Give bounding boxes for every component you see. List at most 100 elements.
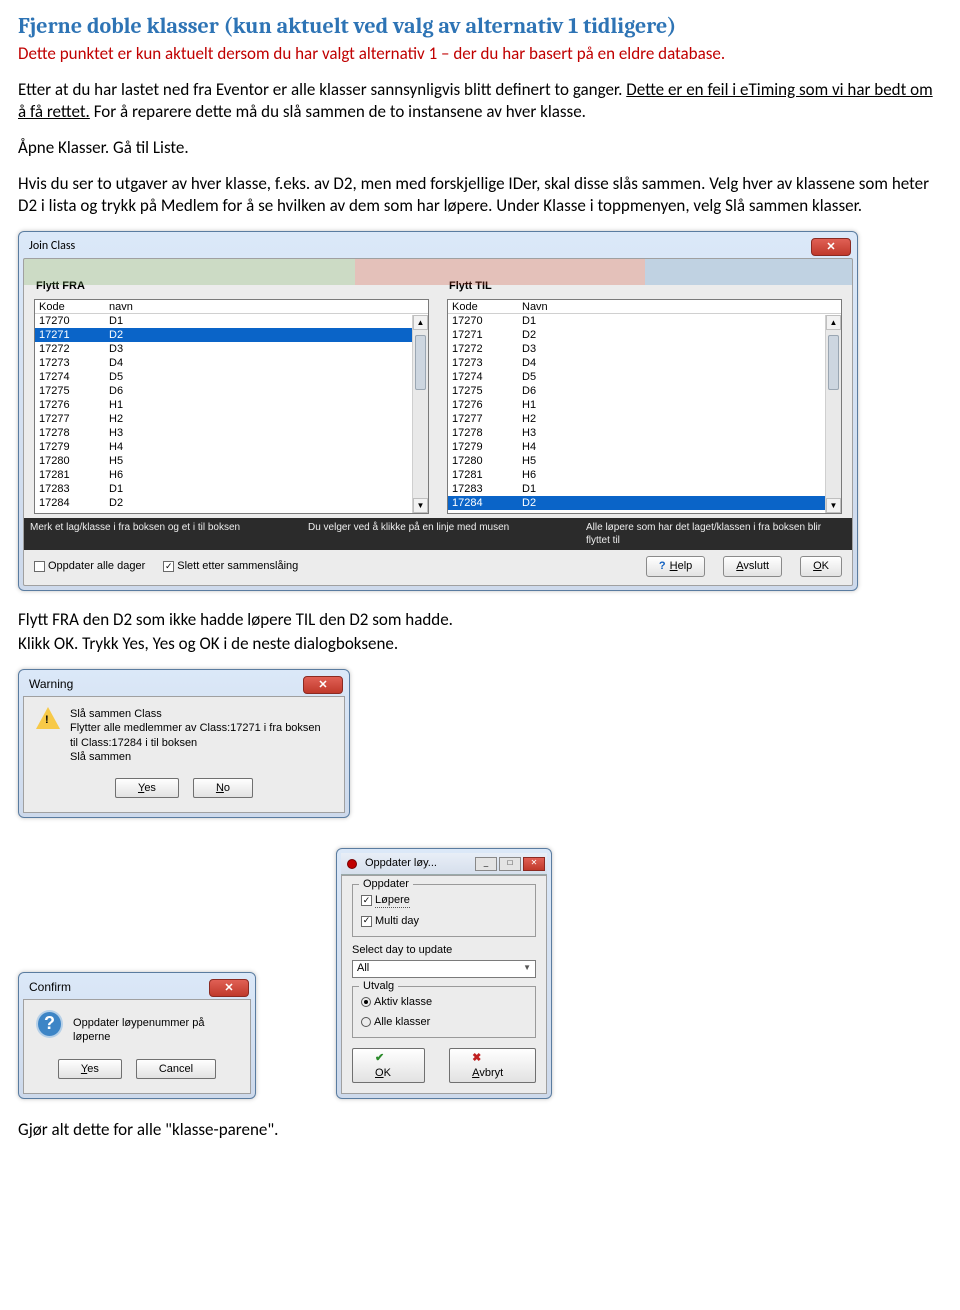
maximize-icon[interactable]: □ xyxy=(499,857,521,871)
yes-button[interactable]: Yes xyxy=(58,1059,122,1079)
x-icon: ✖ xyxy=(472,1052,481,1064)
no-button[interactable]: No xyxy=(193,778,253,798)
warning-icon xyxy=(36,707,60,729)
scroll-down-icon[interactable]: ▼ xyxy=(826,498,841,513)
scroll-up-icon[interactable]: ▲ xyxy=(826,315,841,330)
warning-l2: Flytter alle medlemmer av Class:17271 i … xyxy=(70,721,321,735)
list-item[interactable]: 17275D6 xyxy=(35,384,428,398)
scroll-up-icon[interactable]: ▲ xyxy=(413,315,428,330)
radio-aktiv-klasse[interactable]: Aktiv klasse xyxy=(361,995,527,1009)
paragraph-3: Hvis du ser to utgaver av hver klasse, f… xyxy=(18,173,942,217)
minimize-icon[interactable]: _ xyxy=(475,857,497,871)
oppdater-title: Oppdater løy... xyxy=(365,856,471,870)
to-col-name: Navn xyxy=(522,300,837,313)
list-item[interactable]: 17273D4 xyxy=(448,356,841,370)
ok-button[interactable]: OK xyxy=(800,556,842,576)
confirm-title: Confirm xyxy=(29,980,71,996)
join-class-window: Join Class ✕ Flytt FRA Kode navn 17270D1… xyxy=(18,231,858,591)
scroll-thumb[interactable] xyxy=(415,335,426,390)
hint1: Merk et lag/klasse i fra boksen og et i … xyxy=(30,521,290,547)
from-scrollbar[interactable]: ▲ ▼ xyxy=(412,315,428,513)
avslutt-label-tail: vslutt xyxy=(743,560,769,572)
scroll-thumb[interactable] xyxy=(828,335,839,390)
join-title: Join Class xyxy=(29,239,75,255)
chk-lopere-label: Løpere xyxy=(375,893,410,908)
confirm-msg: Oppdater løypenummer på løperne xyxy=(73,1010,238,1045)
scroll-down-icon[interactable]: ▼ xyxy=(413,498,428,513)
cancel-button[interactable]: Cancel xyxy=(136,1059,216,1079)
oppdater-group-label: Oppdater xyxy=(359,877,413,891)
list-item[interactable]: 17270D1 xyxy=(448,314,841,328)
ok-button[interactable]: ✔ OK xyxy=(352,1048,425,1083)
list-item[interactable]: 17271D2 xyxy=(448,328,841,342)
heading: Fjerne doble klasser (kun aktuelt ved va… xyxy=(18,12,942,41)
chk-update-label: Oppdater alle dager xyxy=(48,559,145,573)
list-item[interactable]: 17270D1 xyxy=(35,314,428,328)
list-item[interactable]: 17271D2 xyxy=(35,328,428,342)
list-item[interactable]: 17277H2 xyxy=(448,412,841,426)
intro-red: Dette punktet er kun aktuelt dersom du h… xyxy=(18,43,942,65)
list-item[interactable]: 17273D4 xyxy=(35,356,428,370)
warning-text: Slå sammen Class Flytter alle medlemmer … xyxy=(70,707,321,764)
paragraph-4a: Flytt FRA den D2 som ikke hadde løpere T… xyxy=(18,609,942,631)
warning-title: Warning xyxy=(29,677,73,693)
to-scrollbar[interactable]: ▲ ▼ xyxy=(825,315,841,513)
list-item[interactable]: 17277H2 xyxy=(35,412,428,426)
close-icon[interactable]: ✕ xyxy=(811,238,851,256)
close-icon[interactable]: ✕ xyxy=(303,676,343,694)
paragraph-5: Gjør alt dette for alle "klasse-parene". xyxy=(18,1119,942,1141)
list-item[interactable]: 17276H1 xyxy=(448,398,841,412)
list-item[interactable]: 17281H6 xyxy=(448,468,841,482)
avbryt-button[interactable]: ✖ Avbryt xyxy=(449,1048,536,1083)
from-list[interactable]: Kode navn 17270D117271D217272D317273D417… xyxy=(34,299,429,514)
help-icon: ? xyxy=(659,559,666,573)
checkbox-lopere[interactable]: ✓Løpere xyxy=(361,893,527,908)
list-item[interactable]: 17275D6 xyxy=(448,384,841,398)
from-col-code: Kode xyxy=(39,300,109,313)
warning-l3: til Class:17284 i til boksen xyxy=(70,736,321,750)
checkbox-delete-after-merge[interactable]: ✓Slett etter sammenslåing xyxy=(163,559,298,573)
hint2: Du velger ved å klikke på en linje med m… xyxy=(308,521,568,547)
list-item[interactable]: 17284D2 xyxy=(35,496,428,510)
list-item[interactable]: 17274D5 xyxy=(35,370,428,384)
p1a: Etter at du har lastet ned fra Eventor e… xyxy=(18,79,626,100)
checkbox-multiday[interactable]: ✓Multi day xyxy=(361,914,527,928)
paragraph-2: Åpne Klasser. Gå til Liste. xyxy=(18,137,942,159)
warning-l4: Slå sammen xyxy=(70,750,321,764)
list-item[interactable]: 17284D2 xyxy=(448,496,841,510)
list-item[interactable]: 17272D3 xyxy=(35,342,428,356)
close-icon[interactable]: ✕ xyxy=(209,979,249,997)
radio-alle-klasser[interactable]: Alle klasser xyxy=(361,1015,527,1029)
list-item[interactable]: 17280H5 xyxy=(448,454,841,468)
list-item[interactable]: 17278H3 xyxy=(35,426,428,440)
list-item[interactable]: 17274D5 xyxy=(448,370,841,384)
list-item[interactable]: 17276H1 xyxy=(35,398,428,412)
checkbox-update-all-days[interactable]: Oppdater alle dager xyxy=(34,559,145,573)
hint-bar: Merk et lag/klasse i fra boksen og et i … xyxy=(24,518,852,550)
warning-window: Warning ✕ Slå sammen Class Flytter alle … xyxy=(18,669,350,818)
paragraph-4b: Klikk OK. Trykk Yes, Yes og OK i de nest… xyxy=(18,633,942,655)
question-icon: ? xyxy=(36,1010,63,1038)
list-item[interactable]: 17272D3 xyxy=(448,342,841,356)
list-item[interactable]: 17280H5 xyxy=(35,454,428,468)
list-item[interactable]: 17279H4 xyxy=(448,440,841,454)
list-item[interactable]: 17278H3 xyxy=(448,426,841,440)
chk-delete-label: Slett etter sammenslåing xyxy=(177,559,298,573)
list-item[interactable]: 17283D1 xyxy=(448,482,841,496)
utvalg-group-label: Utvalg xyxy=(359,979,398,993)
avslutt-button[interactable]: Avslutt xyxy=(723,556,782,576)
select-day-label: Select day to update xyxy=(352,943,536,957)
p1c: For å reparere dette må du slå sammen de… xyxy=(90,101,586,122)
chevron-down-icon: ▼ xyxy=(523,963,531,973)
yes-button[interactable]: Yes xyxy=(115,778,179,798)
to-list[interactable]: Kode Navn 17270D117271D217272D317273D417… xyxy=(447,299,842,514)
warning-l1: Slå sammen Class xyxy=(70,707,321,721)
close-icon[interactable]: ✕ xyxy=(523,857,545,871)
day-select[interactable]: All ▼ xyxy=(352,960,536,978)
list-item[interactable]: 17283D1 xyxy=(35,482,428,496)
radio-aktiv-label: Aktiv klasse xyxy=(374,995,432,1009)
hint3: Alle løpere som har det laget/klassen i … xyxy=(586,521,846,547)
help-button[interactable]: ? Help xyxy=(646,556,705,576)
list-item[interactable]: 17279H4 xyxy=(35,440,428,454)
list-item[interactable]: 17281H6 xyxy=(35,468,428,482)
